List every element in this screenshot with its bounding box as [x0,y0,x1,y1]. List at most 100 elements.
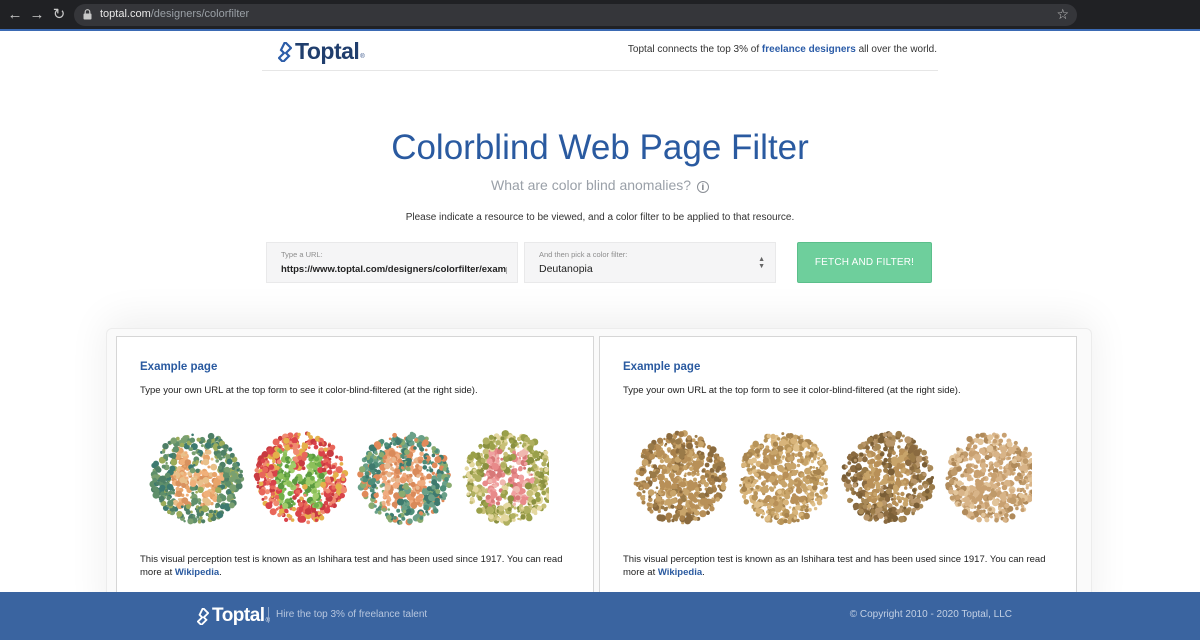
plate-dot [519,480,524,484]
plate-dot [331,492,335,497]
reload-icon[interactable]: ↻ [50,6,68,24]
logo-wordmark: Toptal [295,38,360,64]
back-icon[interactable]: ← [6,6,24,24]
plate-dot [281,469,284,473]
plate-dot [642,494,646,498]
plate-dot [693,477,697,482]
plate-dot [713,476,720,482]
address-url[interactable]: toptal.com/designers/colorfilter [100,8,249,20]
plate-dot [326,449,334,457]
plate-dot [999,511,1003,515]
plate-dot [699,510,707,518]
plate-dot [781,481,788,488]
plate-dot [869,477,875,483]
plate-dot [636,491,642,497]
ishihara-plate [149,432,245,525]
plate-dot [408,478,413,483]
plate-dot [500,462,507,468]
plate-dot [956,447,960,451]
color-filter-select[interactable]: And then pick a color filter: Deutanopia… [524,242,776,283]
plate-dot [896,492,900,496]
plate-dot [511,491,517,496]
plate-dot [687,508,692,513]
star-icon[interactable]: ☆ [1056,6,1069,23]
plate-dot [515,513,519,517]
plate-dot [779,496,782,500]
plate-dot [260,458,266,463]
plate-dot [647,443,655,451]
plate-dot [765,445,770,450]
original-preview-panel[interactable]: Example page Type your own URL at the to… [116,336,594,616]
anomalies-link[interactable]: What are color blind anomalies? i [0,177,1200,193]
plate-dot [166,483,174,491]
plate-dot [199,516,203,520]
info-icon[interactable]: i [696,181,709,193]
toptal-logo[interactable]: Toptal ® [278,38,365,65]
plate-dot [853,458,857,462]
plate-dot [928,484,936,491]
plate-dot [1020,507,1025,513]
fetch-and-filter-button[interactable]: FETCH AND FILTER! [797,242,932,283]
wikipedia-link[interactable]: Wikipedia [175,567,219,578]
plate-dot [282,502,289,510]
plate-dot [370,489,374,493]
plate-dot [845,479,851,484]
plate-dot [286,513,291,518]
url-input-value[interactable]: https://www.toptal.com/designers/colorfi… [281,264,507,275]
plate-dot [291,478,298,485]
plate-dot [802,487,807,493]
plate-dot [694,491,699,497]
plate-dot [493,484,498,488]
url-input[interactable]: Type a URL: https://www.toptal.com/desig… [266,242,518,283]
plate-dot [813,457,817,461]
plate-dot [428,480,432,484]
plate-dot [793,434,798,439]
plate-dot [646,502,651,507]
plate-dot [308,461,316,469]
plate-dot [756,454,760,457]
plate-dot [306,432,311,436]
plate-dot [821,489,827,495]
plate-dot [845,488,850,492]
plate-dot [388,437,392,441]
plate-dot [900,439,903,442]
plate-dot [689,466,694,471]
plate-dot [486,458,493,465]
plate-dot [507,507,512,512]
plate-dot [531,499,537,505]
plate-dot [431,479,438,486]
plate-dot [502,514,510,522]
plate-dot [824,482,828,486]
address-bar[interactable]: toptal.com/designers/colorfilter ☆ [74,4,1077,26]
header-divider [262,70,938,71]
plate-dot [183,520,186,523]
plate-dot [509,439,514,444]
plate-dot [1021,464,1028,472]
plate-dot [490,499,495,503]
plate-dot [466,473,471,478]
forward-icon[interactable]: → [28,6,46,24]
footer-logo[interactable]: Toptal ® [197,605,270,627]
plate-dot [231,472,238,479]
plate-dot [1013,440,1018,446]
wikipedia-link[interactable]: Wikipedia [658,567,702,578]
plate-dot [543,450,549,456]
toptal-mark-icon [197,607,209,625]
plate-dot [469,496,475,502]
plate-dot [752,440,759,448]
plate-dot [874,518,878,522]
plate-dot [382,495,386,499]
plate-dot [265,502,273,510]
freelance-designers-link[interactable]: freelance designers [762,44,856,55]
plate-dot [976,516,982,523]
hire-talent-link[interactable]: Hire the top 3% of freelance talent [276,609,427,620]
filtered-preview-panel[interactable]: Example page Type your own URL at the to… [599,336,1077,616]
plate-dot [751,506,755,509]
plate-dot [476,507,483,514]
plate-dot [1019,493,1025,499]
plate-dot [964,501,969,507]
plate-dot [266,477,270,481]
plate-dot [642,490,646,494]
plate-dot [999,465,1003,470]
plate-dot [687,471,692,476]
